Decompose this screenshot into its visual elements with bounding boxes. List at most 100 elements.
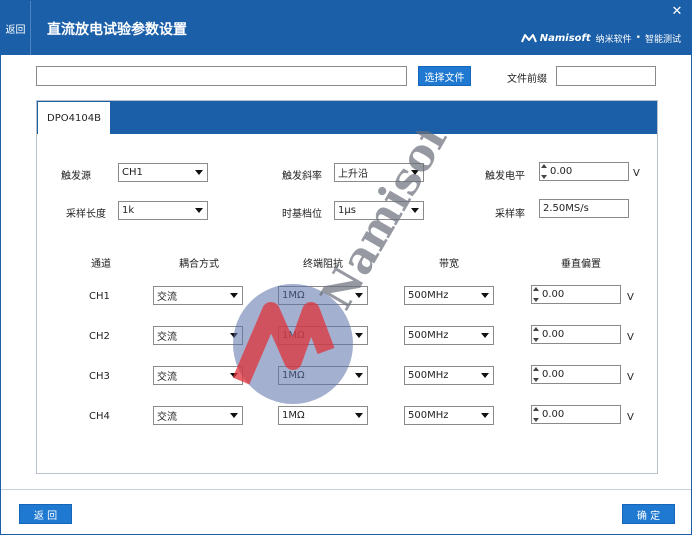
header-offset: 垂直偏置 [561,259,601,270]
trigger-source-select[interactable]: CH1 [118,163,208,182]
footer-divider [1,489,691,490]
back-button[interactable]: 返 回 [19,504,72,524]
title-bar: 返回 直流放电试验参数设置 ✕ Namisoft 纳米软件 • 智能测试 [1,1,691,55]
header-coupling: 耦合方式 [179,259,219,270]
offset-spinner[interactable]: 0.00 [531,405,621,424]
trigger-source-value: CH1 [122,167,143,178]
coupling-select[interactable]: 交流 [153,366,243,385]
file-path-input[interactable] [36,66,407,86]
choose-file-button[interactable]: 选择文件 [418,66,471,86]
trigger-level-unit: V [633,168,640,179]
sample-length-value: 1k [122,205,135,216]
impedance-value: 1MΩ [282,330,305,341]
bandwidth-select[interactable]: 500MHz [404,326,494,345]
brand-name: Namisoft [539,32,591,44]
offset-value: 0.00 [542,289,565,300]
bandwidth-select[interactable]: 500MHz [404,286,494,305]
offset-spinner[interactable]: 0.00 [531,365,621,384]
impedance-value: 1MΩ [282,410,305,421]
trigger-level-spinner[interactable]: 0.00 [539,162,629,181]
sample-rate-label: 采样率 [495,209,525,220]
channel-name: CH1 [89,291,110,302]
dropdown-arrow-icon [481,293,489,298]
spinner-icon[interactable] [541,164,548,179]
channel-name: CH2 [89,331,110,342]
coupling-select[interactable]: 交流 [153,406,243,425]
coupling-value: 交流 [157,412,177,423]
file-prefix-input[interactable] [556,66,656,86]
brand-part2: 智能测试 [644,34,681,45]
header-bandwidth: 带宽 [439,259,459,270]
file-prefix-label: 文件前缀 [507,74,547,85]
dropdown-arrow-icon [481,333,489,338]
coupling-value: 交流 [157,372,177,383]
dropdown-arrow-icon [195,208,203,213]
offset-unit: V [627,412,634,423]
sample-length-select[interactable]: 1k [118,201,208,220]
namisoft-logo-icon [520,33,537,42]
dropdown-arrow-icon [481,413,489,418]
bandwidth-value: 500MHz [408,290,449,301]
bandwidth-value: 500MHz [408,410,449,421]
bandwidth-select[interactable]: 500MHz [404,406,494,425]
impedance-select[interactable]: 1MΩ [278,326,368,345]
dropdown-arrow-icon [411,208,419,213]
brand: Namisoft 纳米软件 • 智能测试 [520,31,681,45]
bandwidth-value: 500MHz [408,370,449,381]
header-channel: 通道 [91,259,111,270]
impedance-value: 1MΩ [282,290,305,301]
offset-value: 0.00 [542,329,565,340]
offset-value: 0.00 [542,409,565,420]
offset-unit: V [627,332,634,343]
tab-dpo4104b[interactable]: DPO4104B [38,102,110,134]
offset-spinner[interactable]: 0.00 [531,285,621,304]
title-back-button[interactable]: 返回 [1,1,31,55]
coupling-select[interactable]: 交流 [153,326,243,345]
timebase-label: 时基档位 [282,209,322,220]
dropdown-arrow-icon [481,373,489,378]
trigger-slope-value: 上升沿 [338,169,368,180]
timebase-value: 1μs [338,205,356,216]
brand-part1: 纳米软件 [595,34,632,45]
header-impedance: 终端阻抗 [303,259,343,270]
coupling-value: 交流 [157,332,177,343]
offset-value: 0.00 [542,369,565,380]
impedance-select[interactable]: 1MΩ [278,366,368,385]
trigger-level-label: 触发电平 [485,171,525,182]
bandwidth-select[interactable]: 500MHz [404,366,494,385]
dropdown-arrow-icon [411,170,419,175]
dropdown-arrow-icon [355,373,363,378]
trigger-source-label: 触发源 [61,171,91,182]
brand-dot: • [635,33,641,43]
trigger-slope-label: 触发斜率 [282,171,322,182]
coupling-select[interactable]: 交流 [153,286,243,305]
spinner-icon[interactable] [533,327,540,342]
impedance-select[interactable]: 1MΩ [278,286,368,305]
offset-unit: V [627,372,634,383]
dropdown-arrow-icon [355,333,363,338]
dropdown-arrow-icon [230,293,238,298]
coupling-value: 交流 [157,292,177,303]
spinner-icon[interactable] [533,367,540,382]
bandwidth-value: 500MHz [408,330,449,341]
timebase-select[interactable]: 1μs [334,201,424,220]
dropdown-arrow-icon [195,170,203,175]
channel-name: CH3 [89,371,110,382]
settings-panel: DPO4104B 触发源 CH1 触发斜率 上升沿 触发电平 0.00 V 采样… [36,100,658,474]
tab-strip: DPO4104B [37,101,657,134]
trigger-slope-select[interactable]: 上升沿 [334,163,424,182]
confirm-button[interactable]: 确 定 [622,504,675,524]
close-icon[interactable]: ✕ [670,5,684,19]
spinner-icon[interactable] [533,287,540,302]
trigger-level-value: 0.00 [550,166,573,177]
impedance-select[interactable]: 1MΩ [278,406,368,425]
dropdown-arrow-icon [230,333,238,338]
dropdown-arrow-icon [230,413,238,418]
offset-unit: V [627,292,634,303]
channel-name: CH4 [89,411,110,422]
window-title: 直流放电试验参数设置 [47,22,187,38]
offset-spinner[interactable]: 0.00 [531,325,621,344]
dropdown-arrow-icon [230,373,238,378]
sample-rate-field: 2.50MS/s [539,199,629,218]
spinner-icon[interactable] [533,407,540,422]
